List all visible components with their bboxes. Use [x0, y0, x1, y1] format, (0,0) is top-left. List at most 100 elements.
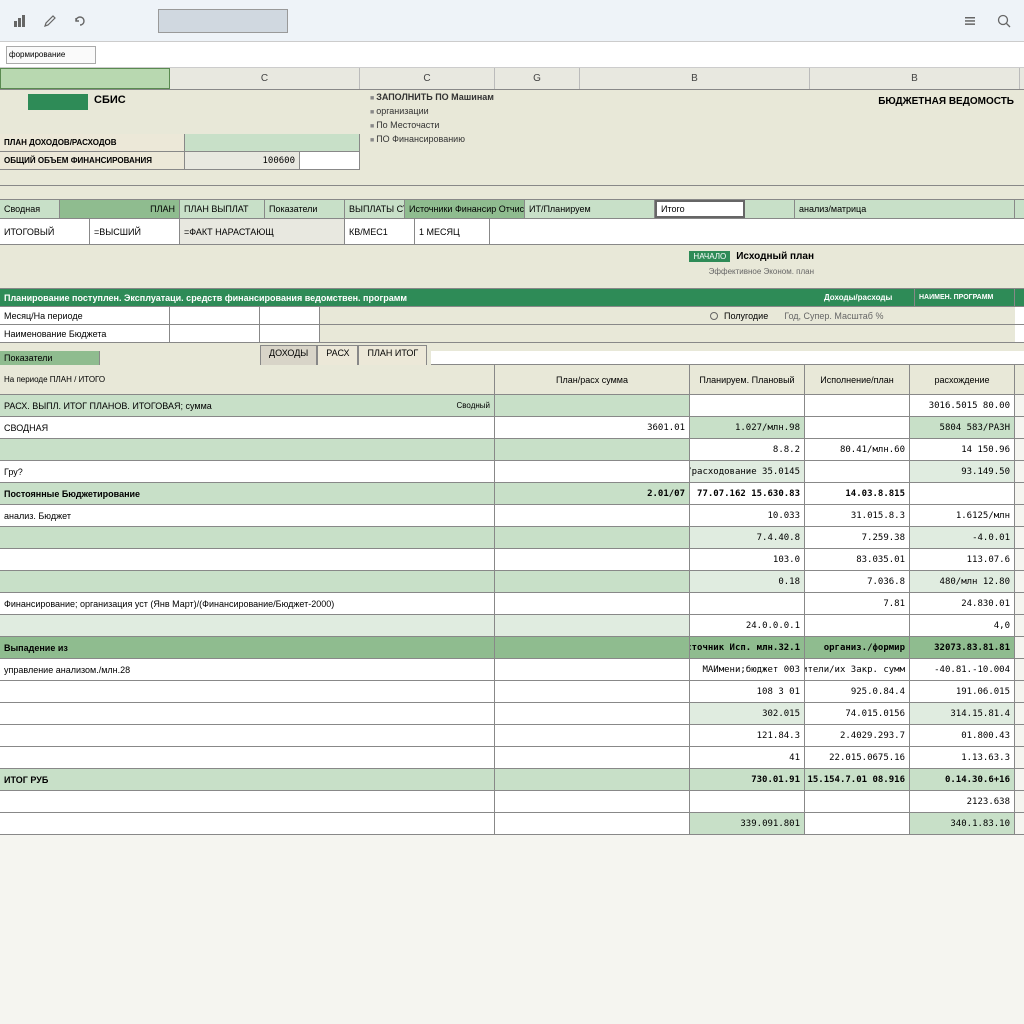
row-c5[interactable]: 5804 583/РАЗН — [910, 417, 1015, 438]
row-c5[interactable]: 01.800.43 — [910, 725, 1015, 746]
row-c2[interactable] — [495, 769, 690, 790]
row-c5[interactable]: 14 150.96 — [910, 439, 1015, 460]
row-c3[interactable]: Источник Исп. млн.32.1 — [690, 637, 805, 658]
row-c3[interactable]: 8.8.2 — [690, 439, 805, 460]
row-c2[interactable]: 2.01/07 — [495, 483, 690, 504]
row-c2[interactable] — [495, 461, 690, 482]
col-header-c2[interactable]: C — [360, 68, 495, 89]
row-c4[interactable]: 925.0.84.4 — [805, 681, 910, 702]
row-c2[interactable] — [495, 571, 690, 592]
row-c3[interactable]: 77.07.162 15.630.83 — [690, 483, 805, 504]
menu-icon[interactable] — [958, 9, 982, 33]
row-c3[interactable]: 1.027/млн.98 — [690, 417, 805, 438]
row-label[interactable] — [0, 681, 495, 702]
row-c3[interactable] — [690, 791, 805, 812]
row-c4[interactable]: 7.259.38 — [805, 527, 910, 548]
chart-icon[interactable] — [8, 9, 32, 33]
row-c3[interactable]: 302.015 — [690, 703, 805, 724]
row-c5[interactable]: 314.15.81.4 — [910, 703, 1015, 724]
row-label[interactable] — [0, 549, 495, 570]
filter-c2[interactable]: =ВЫСШИЙ — [90, 219, 180, 244]
row-c4[interactable]: 15.154.7.01 08.916 — [805, 769, 910, 790]
row-c2[interactable] — [495, 637, 690, 658]
row-c5[interactable] — [910, 483, 1015, 504]
tab-indicators[interactable]: Показатели — [265, 200, 345, 218]
subtab-1[interactable]: Показатели — [0, 351, 100, 365]
row-c5[interactable]: 191.06.015 — [910, 681, 1015, 702]
row-c3[interactable]: 10.033 — [690, 505, 805, 526]
row-c3[interactable] — [690, 395, 805, 416]
row-c3[interactable]: 24.0.0.0.1 — [690, 615, 805, 636]
row-label[interactable]: Финансирование; организация уст (Янв Мар… — [0, 593, 495, 614]
row-label[interactable] — [0, 813, 495, 834]
row-label[interactable] — [0, 725, 495, 746]
row-label[interactable]: РАСХ. ВЫПЛ. ИТОГ ПЛАНОВ. ИТОГОВАЯ; сумма… — [0, 395, 495, 416]
row-c5[interactable]: 0.14.30.6+16 — [910, 769, 1015, 790]
row-c5[interactable]: 4,0 — [910, 615, 1015, 636]
row-c4[interactable] — [805, 395, 910, 416]
row-c3[interactable]: 0.18 — [690, 571, 805, 592]
row-c5[interactable]: 32073.83.81.81 — [910, 637, 1015, 658]
tab-summary[interactable]: Сводная — [0, 200, 60, 218]
row-c4[interactable]: 80.41/млн.60 — [805, 439, 910, 460]
row-c2[interactable] — [495, 659, 690, 680]
row-c2[interactable] — [495, 505, 690, 526]
col-header-c1[interactable]: C — [170, 68, 360, 89]
row-c2[interactable] — [495, 813, 690, 834]
row-c5[interactable]: -4.0.01 — [910, 527, 1015, 548]
row-c2[interactable] — [495, 725, 690, 746]
row-label[interactable] — [0, 571, 495, 592]
plan-value-cell[interactable] — [185, 134, 360, 151]
row-c3[interactable]: МАИмени;бюджет 003 — [690, 659, 805, 680]
row-c4[interactable] — [805, 813, 910, 834]
row-c3[interactable]: 103.0 — [690, 549, 805, 570]
tab-plan[interactable]: ПЛАН — [60, 200, 180, 218]
row-c5[interactable]: 2123.638 — [910, 791, 1015, 812]
row-c5[interactable]: -40.81.-10.004 — [910, 659, 1015, 680]
row-label[interactable]: Выпадение из — [0, 637, 495, 658]
filter-c4[interactable]: КВ/МЕС1 — [345, 219, 415, 244]
row-c4[interactable] — [805, 615, 910, 636]
row-c2[interactable] — [495, 593, 690, 614]
subtab-4[interactable]: ПЛАН ИТОГ — [358, 345, 427, 365]
row-c3[interactable]: 339.091.801 — [690, 813, 805, 834]
refresh-icon[interactable] — [68, 9, 92, 33]
filter-c1[interactable]: ИТОГОВЫЙ — [0, 219, 90, 244]
radio-icon[interactable] — [710, 312, 718, 320]
row-label[interactable] — [0, 703, 495, 724]
row-label[interactable]: СВОДНАЯ — [0, 417, 495, 438]
row-label[interactable] — [0, 791, 495, 812]
row-label[interactable] — [0, 615, 495, 636]
col-header-b1[interactable]: B — [580, 68, 810, 89]
filter-c5[interactable]: 1 МЕСЯЦ — [415, 219, 490, 244]
row-c4[interactable]: 74.015.0156 — [805, 703, 910, 724]
search-icon[interactable] — [992, 9, 1016, 33]
row-c5[interactable]: 3016.5015 80.00 — [910, 395, 1015, 416]
row-c4[interactable] — [805, 791, 910, 812]
formula-input[interactable] — [158, 9, 288, 33]
row-label[interactable] — [0, 439, 495, 460]
row-c2[interactable] — [495, 549, 690, 570]
row-c2[interactable] — [495, 439, 690, 460]
tab-payplan[interactable]: ПЛАН ВЫПЛАТ — [180, 200, 265, 218]
subtab-2[interactable]: ДОХОДЫ — [260, 345, 317, 365]
tab-sources[interactable]: Источники Финансир Отчисл — [405, 200, 525, 218]
row-c2[interactable] — [495, 615, 690, 636]
row-c5[interactable]: 1.13.63.3 — [910, 747, 1015, 768]
row-c2[interactable] — [495, 681, 690, 702]
row-c3[interactable]: 41 — [690, 747, 805, 768]
row-c5[interactable]: 113.07.6 — [910, 549, 1015, 570]
row-c4[interactable]: организ./формир — [805, 637, 910, 658]
tab-matrix[interactable]: анализ/матрица — [795, 200, 1015, 218]
tab-extra1[interactable] — [745, 200, 795, 218]
row-c2[interactable] — [495, 791, 690, 812]
row-c4[interactable]: 83.035.01 — [805, 549, 910, 570]
row-c5[interactable]: 340.1.83.10 — [910, 813, 1015, 834]
row-c3[interactable]: 7.4.40.8 — [690, 527, 805, 548]
tab-items[interactable]: ВЫПЛАТЫ СТАТЬИ-БЮДЖЕТ — [345, 200, 405, 218]
row-c4[interactable] — [805, 417, 910, 438]
tab-total[interactable]: Итого — [655, 200, 745, 218]
tab-plan2[interactable]: ИТ/Планируем — [525, 200, 655, 218]
row-label[interactable] — [0, 747, 495, 768]
row-label[interactable]: Гру? — [0, 461, 495, 482]
